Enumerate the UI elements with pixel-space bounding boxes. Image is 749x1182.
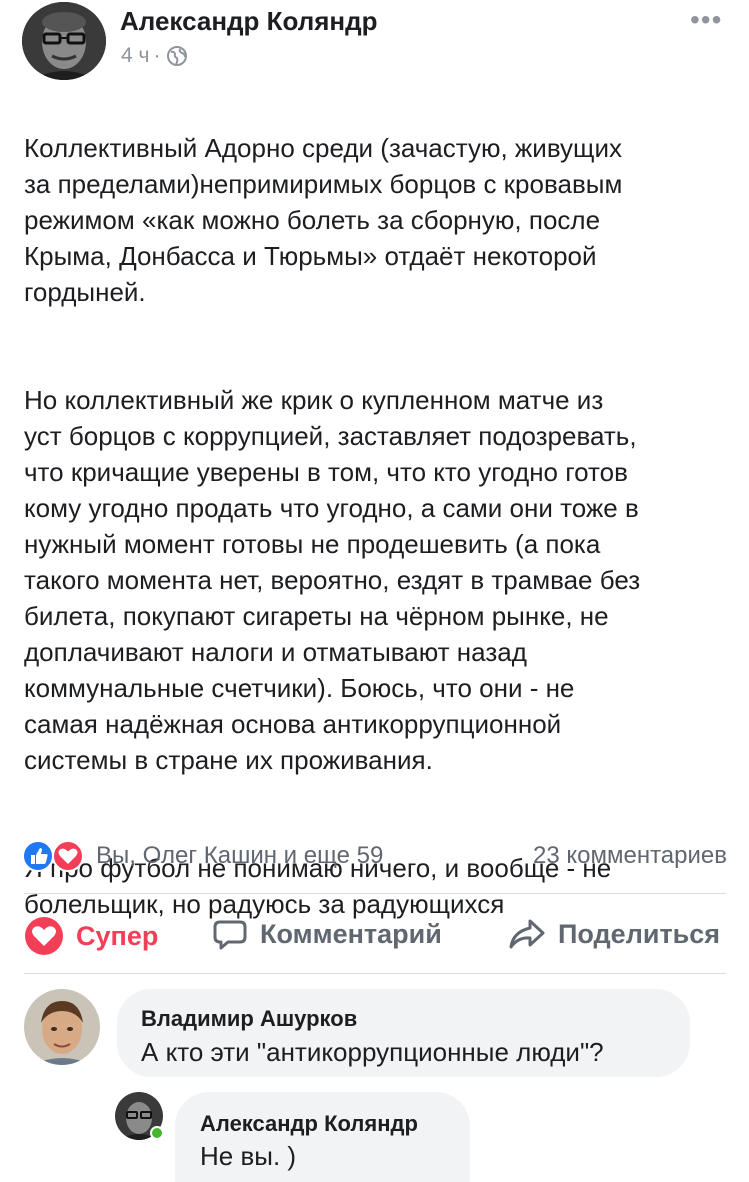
love-reaction-icon — [52, 840, 84, 872]
love-icon — [25, 917, 63, 955]
reaction-names[interactable]: Вы, Олег Кашин и еще 59 — [96, 842, 383, 870]
author-name[interactable]: Александр Коляндр — [120, 6, 378, 37]
meta-separator: · — [153, 44, 161, 67]
comment: Владимир Ашурков А кто эти "антикоррупци… — [0, 985, 749, 1077]
reaction-icons — [22, 840, 92, 872]
divider — [24, 973, 726, 974]
super-reaction-button[interactable]: Супер — [24, 916, 158, 956]
comment-icon — [213, 920, 247, 950]
reactions-summary[interactable]: Вы, Олег Кашин и еще 59 23 комментариев — [22, 838, 727, 874]
share-icon — [509, 919, 545, 949]
post-header: Александр Коляндр 4 ч · ••• — [0, 0, 749, 90]
online-status-icon — [150, 1126, 164, 1140]
post-paragraph: Но коллективный же крик о купленном матч… — [24, 385, 641, 775]
comment-button[interactable]: Комментарий — [212, 916, 442, 952]
comment-text: А кто эти "антикоррупционные люди"? — [141, 1037, 604, 1067]
post-paragraph: Коллективный Адорно среди (зачастую, жив… — [24, 133, 623, 307]
divider — [24, 893, 726, 894]
comment-text: Не вы. ) — [200, 1141, 297, 1171]
comment-author[interactable]: Александр Коляндр — [200, 1111, 418, 1137]
post-meta: 4 ч · — [121, 44, 188, 68]
comment-label: Комментарий — [260, 918, 442, 949]
like-reaction-icon — [22, 840, 54, 872]
share-label: Поделиться — [558, 918, 721, 949]
comments-count[interactable]: 23 комментариев — [533, 842, 727, 870]
more-options-icon[interactable]: ••• — [690, 6, 722, 34]
comment-bubble[interactable]: Владимир Ашурков А кто эти "антикоррупци… — [117, 989, 690, 1077]
action-bar: Супер Комментарий Поделиться — [0, 900, 749, 970]
globe-icon[interactable] — [166, 45, 188, 67]
post-time[interactable]: 4 ч — [121, 44, 149, 68]
share-button[interactable]: Поделиться — [508, 916, 720, 952]
author-avatar[interactable] — [22, 2, 106, 80]
commenter-avatar[interactable] — [24, 989, 100, 1065]
comment-reply: Александр Коляндр Не вы. ) — [0, 1088, 749, 1182]
comment-author[interactable]: Владимир Ашурков — [141, 1006, 357, 1032]
super-label: Супер — [76, 920, 159, 951]
